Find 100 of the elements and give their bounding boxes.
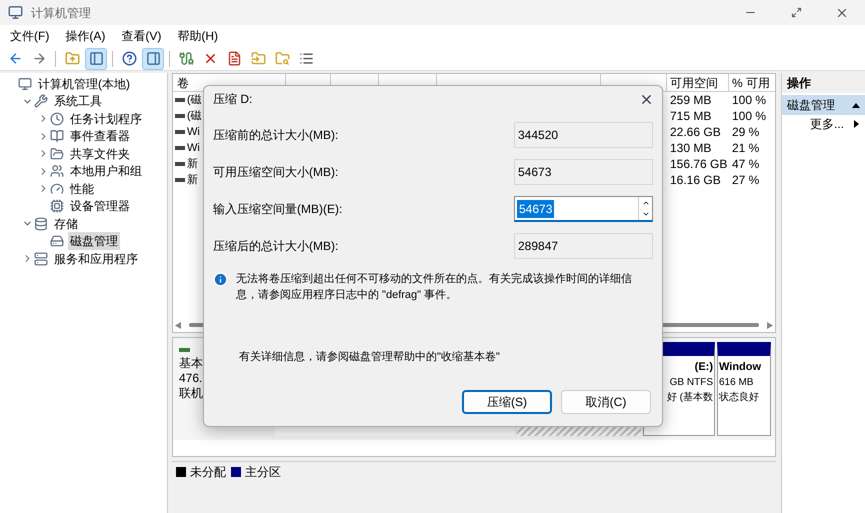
section-label: 磁盘管理: [787, 97, 835, 114]
help-icon: [122, 51, 136, 66]
scroll-right-icon[interactable]: [767, 322, 773, 328]
window-title: 计算机管理: [31, 4, 91, 22]
readonly-field: 289847: [514, 233, 653, 259]
partition-text: 好 (基本数: [666, 390, 713, 405]
field-label: 压缩后的总计大小(MB):: [213, 238, 340, 255]
panel-icon: [146, 51, 160, 66]
legend-label: 未分配: [190, 464, 226, 480]
legend-label: 主分区: [245, 464, 281, 480]
tree-item[interactable]: 任务计划程序: [68, 110, 144, 128]
tree-item[interactable]: 系统工具: [52, 92, 104, 110]
info-icon: [213, 272, 228, 287]
size-input-field[interactable]: 54673: [514, 196, 653, 222]
column-header[interactable]: 可用空间: [667, 74, 729, 91]
volume-icon: [175, 162, 185, 166]
tree-item[interactable]: 本地用户和组: [68, 162, 144, 180]
actions-section[interactable]: 磁盘管理: [782, 95, 865, 115]
tree-item[interactable]: 磁盘管理: [68, 232, 120, 250]
tree-item[interactable]: 服务和应用程序: [52, 250, 140, 268]
table-cell-text: 新: [187, 172, 198, 188]
table-cell-text: 21 %: [731, 140, 760, 157]
tree-item[interactable]: 事件查看器: [68, 127, 132, 146]
tree-item[interactable]: 共享文件夹: [68, 144, 132, 163]
table-cell-text: 130 MB: [669, 140, 712, 157]
partition-text: 状态良好: [719, 390, 759, 405]
disk-info-text: 联机: [179, 386, 203, 401]
readonly-field: 54673: [514, 159, 653, 185]
partition-text: 616 MB: [719, 376, 754, 390]
folder-arrow-icon: [250, 51, 266, 66]
folder-search-icon: [274, 51, 290, 66]
table-cell-text: 156.76 GB: [669, 156, 728, 173]
table-cell-text: 22.66 GB: [669, 124, 722, 141]
cancel-button[interactable]: 取消(C): [561, 390, 651, 414]
actions-header: 操作: [782, 73, 865, 93]
table-cell-text: 100 %: [731, 108, 768, 125]
table-cell-text: 715 MB: [669, 108, 712, 125]
panel-button[interactable]: [142, 48, 164, 70]
clock-icon: [50, 112, 64, 126]
users-icon: [50, 164, 64, 178]
cable-icon: [178, 51, 194, 66]
partition-text: (E:): [694, 360, 713, 375]
tools-icon: [34, 94, 48, 108]
table-cell-text: 47 %: [731, 156, 760, 173]
disk-info-text: 476.: [179, 371, 202, 386]
menu-item[interactable]: 操作(A): [57, 27, 114, 45]
storage-icon: [34, 216, 48, 231]
table-cell-text: 29 %: [731, 124, 760, 141]
volume-icon: [175, 98, 185, 102]
info-text: 无法将卷压缩到超出任何不可移动的文件所在的点。有关完成该操作时间的详细信息，请参阅应用程序日志中的 "defrag" 事件。: [236, 272, 633, 303]
table-cell-text: (磁: [187, 108, 202, 124]
folder-up-icon: [64, 51, 80, 66]
field-label: 压缩前的总计大小(MB):: [213, 127, 340, 144]
tree-item[interactable]: 计算机管理(本地): [36, 74, 132, 93]
volume-icon: [175, 114, 185, 118]
submenu-arrow-icon: [854, 120, 859, 128]
shrink-button[interactable]: 压缩(S): [462, 390, 552, 414]
column-header[interactable]: % 可用: [729, 74, 775, 91]
tree-item[interactable]: 性能: [68, 180, 96, 198]
document-icon: [226, 51, 242, 66]
table-cell-text: Wi: [187, 140, 200, 156]
scroll-left-icon[interactable]: [175, 322, 181, 328]
table-cell-text: 100 %: [731, 92, 768, 109]
action-link[interactable]: 更多...: [810, 115, 844, 133]
field-label: 输入压缩空间量(MB)(E):: [213, 201, 344, 218]
forward-arrow-icon: [32, 51, 46, 66]
server-icon: [34, 252, 48, 266]
volume-icon: [175, 130, 185, 134]
volume-icon: [175, 178, 185, 182]
computer-icon: [8, 5, 23, 20]
partition-block[interactable]: Window 616 MB 状态良好: [717, 342, 771, 436]
partition-text: GB NTFS: [670, 376, 713, 390]
tree-item[interactable]: 存储: [52, 214, 80, 233]
volume-icon: [175, 146, 185, 150]
table-cell-text: 27 %: [731, 172, 760, 189]
computer-icon: [18, 76, 32, 91]
table-cell-text: 新: [187, 156, 198, 172]
readonly-field: 344520: [514, 122, 653, 148]
menu-item[interactable]: 帮助(H): [169, 27, 226, 45]
table-cell-text: 259 MB: [669, 92, 712, 109]
partition-text: Window: [719, 360, 762, 375]
menu-item[interactable]: 文件(F): [2, 27, 58, 45]
shared-folder-icon: [50, 146, 64, 161]
panel-button[interactable]: [85, 48, 107, 70]
help-text: 有关详细信息，请参阅磁盘管理帮助中的"收缩基本卷": [239, 350, 501, 365]
device-icon: [50, 199, 64, 214]
menu-item[interactable]: 查看(V): [113, 27, 170, 45]
panel-icon: [88, 51, 104, 66]
maximize-icon: [790, 7, 802, 18]
table-cell-text: 16.16 GB: [669, 172, 722, 189]
field-label: 可用压缩空间大小(MB):: [213, 164, 340, 181]
list-icon: [298, 51, 314, 66]
table-cell-text: (磁: [187, 92, 202, 108]
dialog-title: 压缩 D:: [213, 91, 252, 108]
event-log-icon: [50, 129, 64, 144]
table-cell-text: Wi: [187, 124, 200, 140]
tree-item[interactable]: 设备管理器: [68, 197, 132, 216]
gauge-icon: [50, 182, 64, 196]
disk-info-text: 基本: [179, 356, 203, 371]
collapse-icon[interactable]: [852, 102, 860, 108]
